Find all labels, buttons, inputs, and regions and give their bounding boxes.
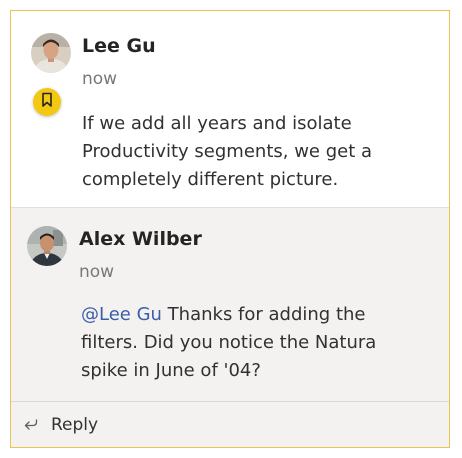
comment-alex-wilber: Alex Wilber now @Lee Gu Thanks for addin… [11,207,449,401]
comment-footer: Reply [11,401,449,447]
comment-timestamp: now [79,262,115,282]
bookmark-icon [40,92,54,112]
bookmark-badge[interactable] [33,88,61,116]
author-name: Alex Wilber [79,228,202,250]
comment-lee-gu: Lee Gu now If we add all years and isola… [11,11,449,207]
author-name: Lee Gu [82,35,156,57]
user-mention[interactable]: @Lee Gu [81,304,162,325]
reply-button[interactable]: Reply [23,410,98,440]
reply-icon [23,417,39,433]
avatar-lee-gu[interactable] [31,33,71,73]
comment-text: If we add all years and isolate Producti… [82,113,373,190]
comment-card: Lee Gu now If we add all years and isola… [10,10,450,448]
reply-label: Reply [51,415,99,435]
avatar-alex-wilber[interactable] [27,226,67,266]
comment-text: @Lee Gu Thanks for adding the filters. D… [81,301,411,385]
comment-timestamp: now [82,69,118,89]
